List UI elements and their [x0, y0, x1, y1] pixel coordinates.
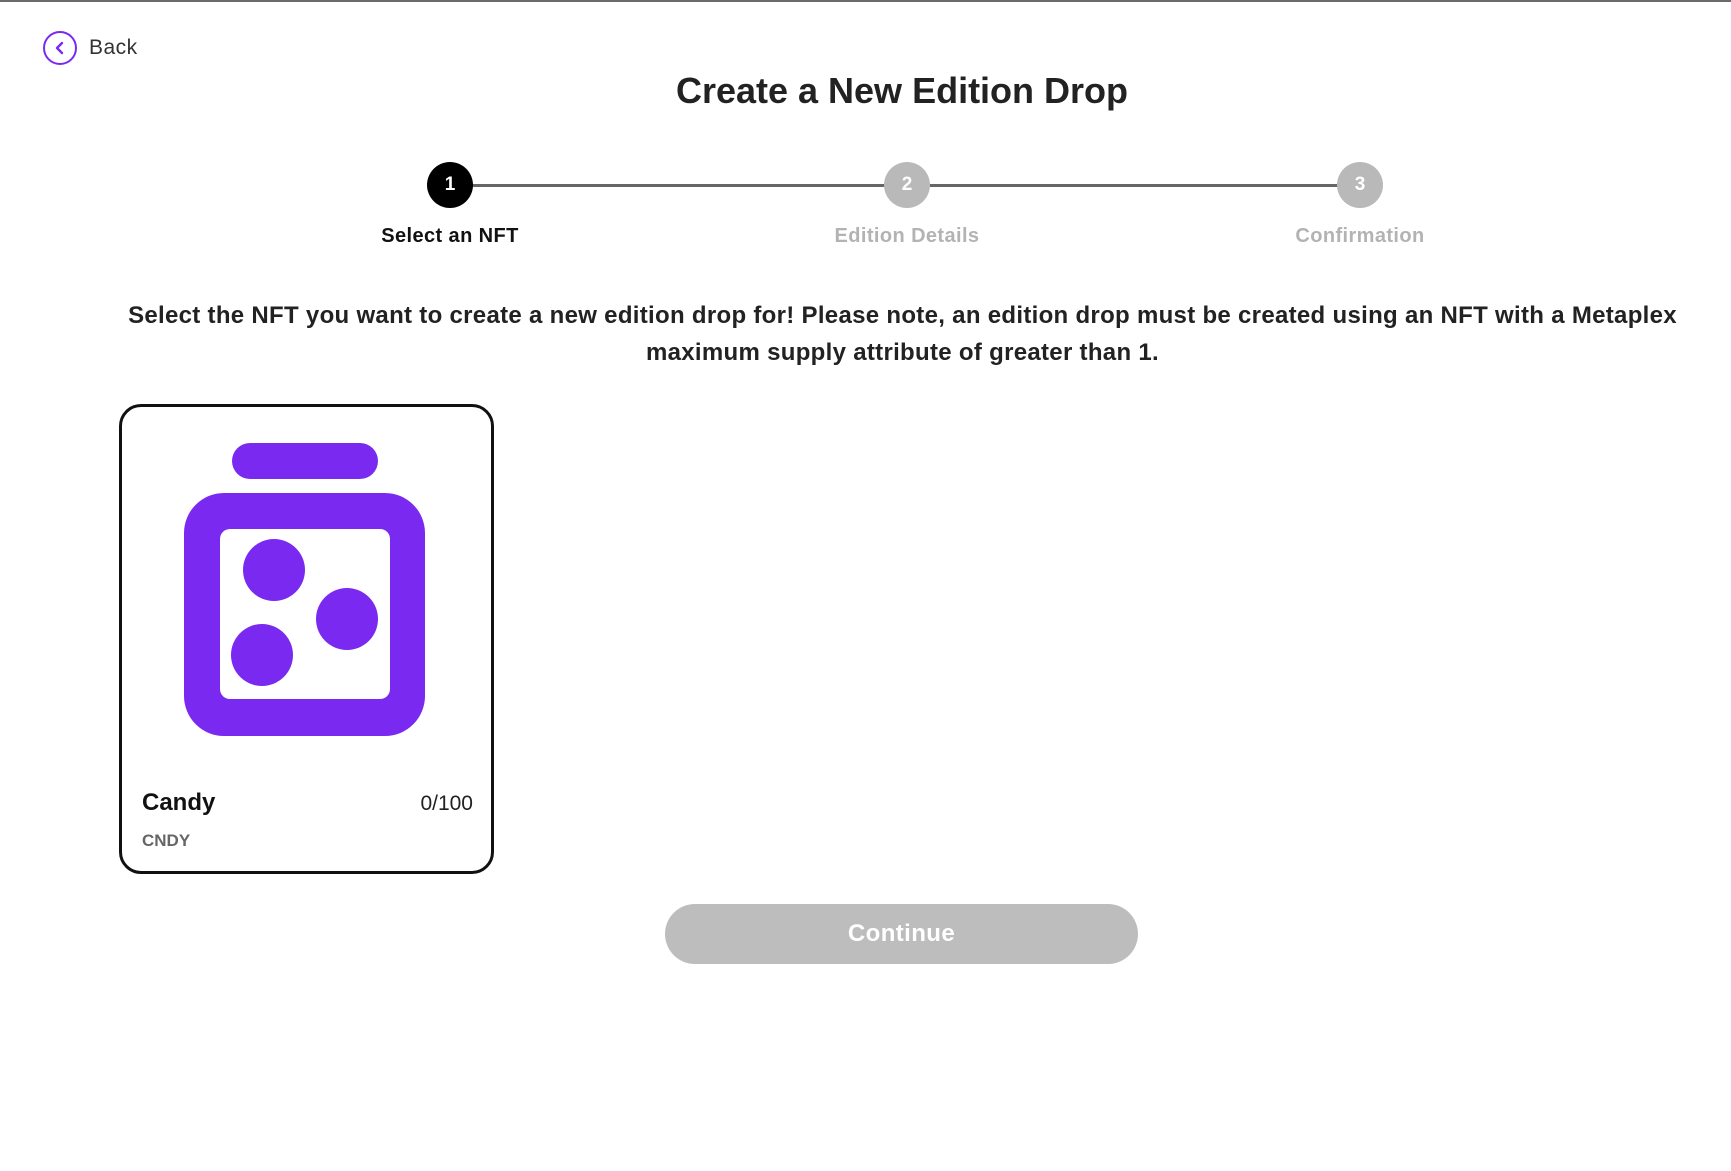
nft-name: Candy: [142, 789, 216, 816]
instructions-text: Select the NFT you want to create a new …: [128, 302, 1677, 366]
step-3-indicator: 3: [1337, 162, 1383, 208]
nft-symbol: CNDY: [142, 831, 191, 850]
step-connector: [470, 184, 905, 187]
step-connector: [930, 184, 1340, 187]
step-1-indicator: 1: [427, 162, 473, 208]
step-3-label: Confirmation: [1295, 225, 1425, 247]
candy-jar-icon: [184, 443, 425, 736]
step-2-label: Edition Details: [834, 225, 980, 247]
nft-supply: 0/100: [420, 792, 473, 815]
nft-card[interactable]: Candy 0/100 CNDY: [119, 404, 494, 874]
stepper: 1 2 3 Select an NFT Edition Details Conf…: [0, 0, 1731, 260]
step-2-indicator: 2: [884, 162, 930, 208]
step-1-label: Select an NFT: [381, 225, 519, 247]
continue-button[interactable]: Continue: [665, 904, 1138, 964]
